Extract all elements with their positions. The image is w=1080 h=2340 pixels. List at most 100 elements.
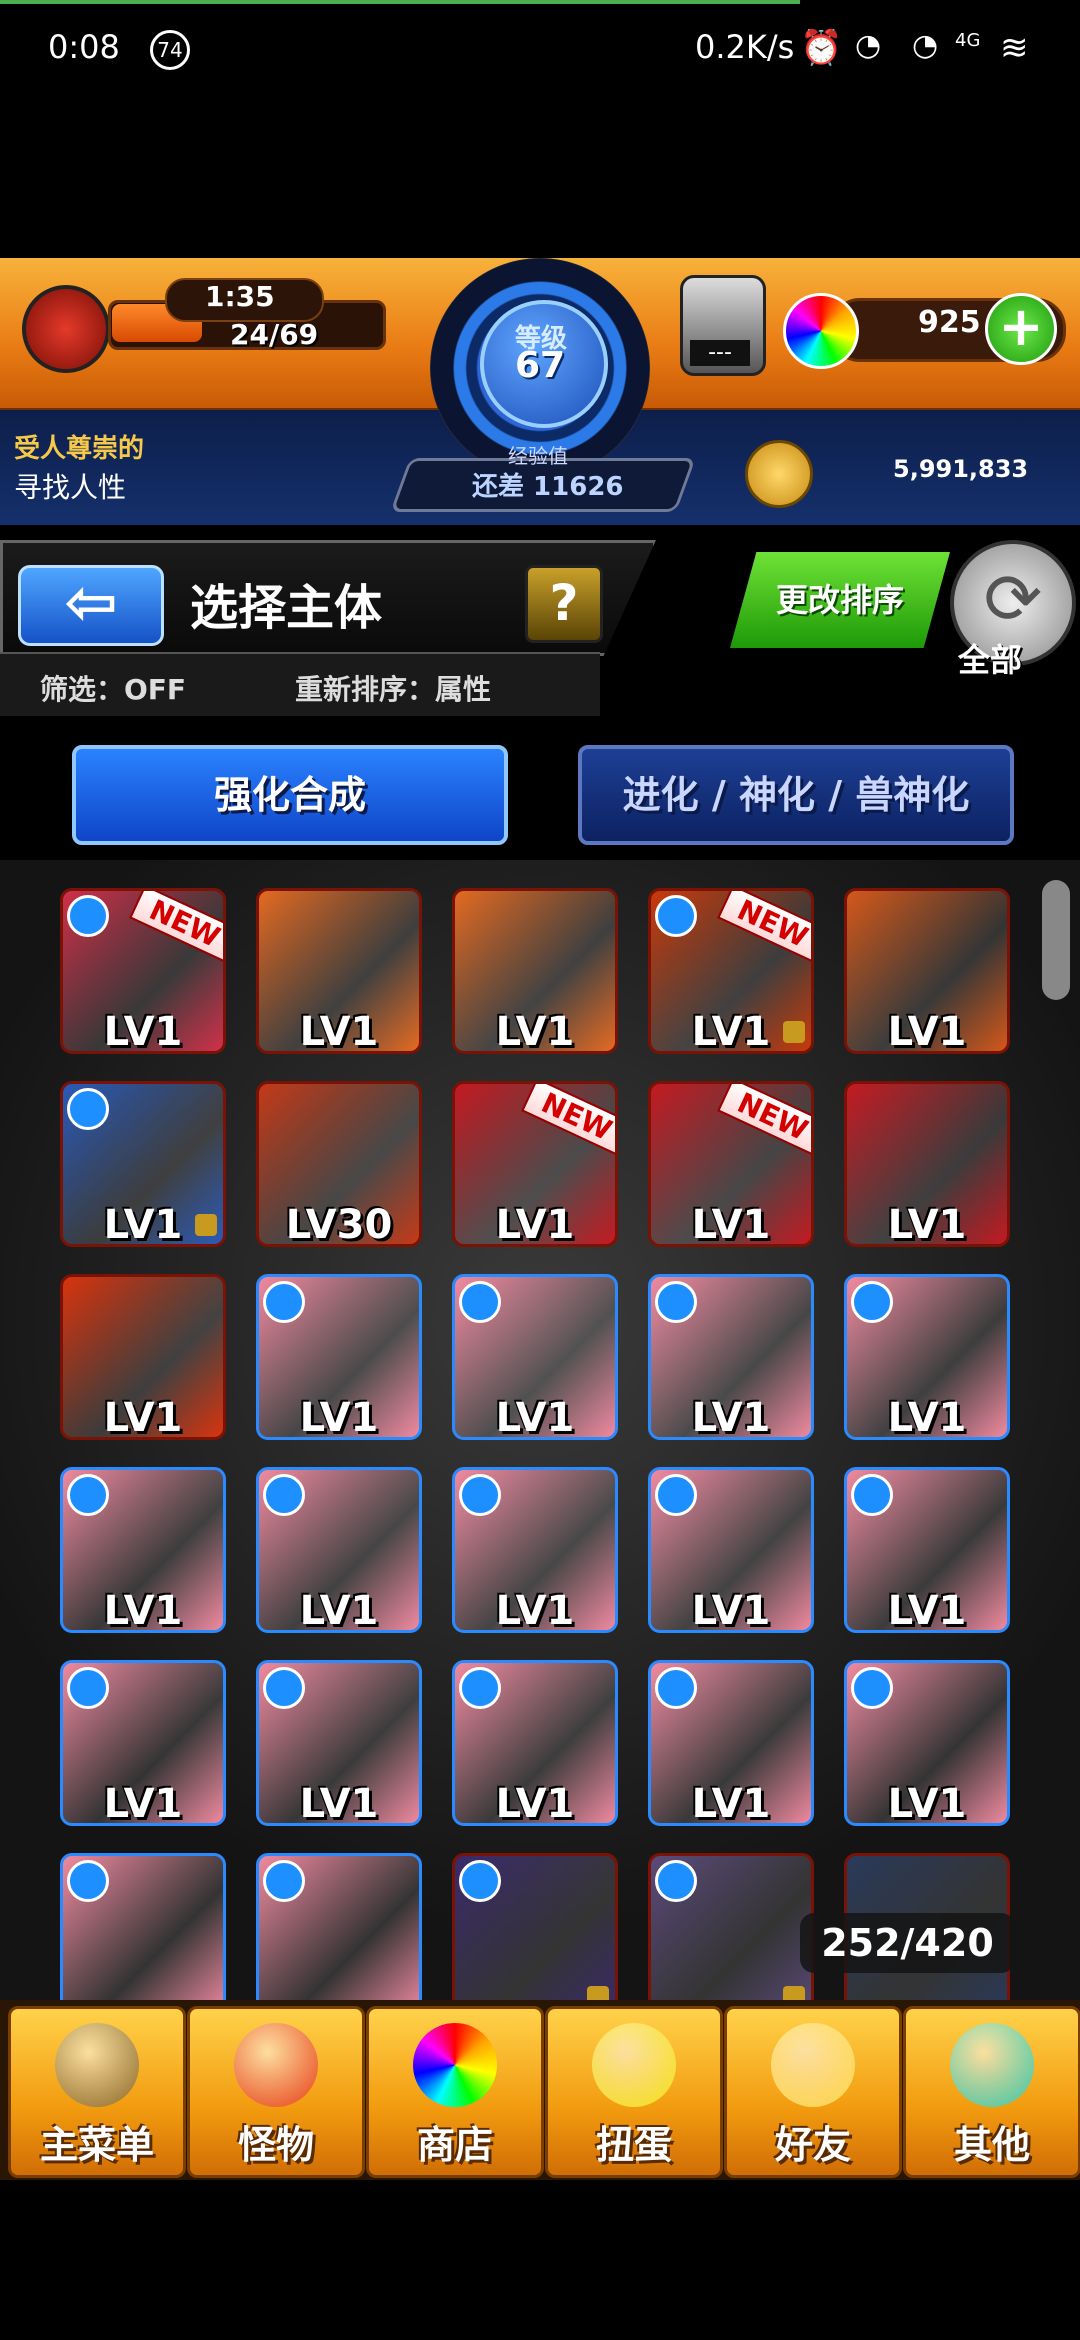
new-badge: NEW	[716, 891, 811, 963]
rainbow-orb-icon	[413, 2023, 497, 2107]
nav-label: 其他	[953, 2123, 1030, 2167]
monster-card[interactable]	[256, 1853, 422, 2019]
monster-level: LV1	[299, 1395, 379, 1440]
alarm-icon: ⏰	[800, 28, 843, 68]
rainbow-orb-icon	[783, 293, 859, 369]
loading-bar	[0, 0, 800, 4]
monster-card[interactable]: LV1	[256, 1274, 422, 1440]
monster-level: LV1	[887, 1009, 967, 1054]
monster-card[interactable]: LV1	[648, 1467, 814, 1633]
monster-level: LV1	[299, 1009, 379, 1054]
water-attribute-icon	[67, 1860, 109, 1902]
nav-button[interactable]: 商店	[366, 2006, 544, 2178]
nav-button[interactable]: 其他	[903, 2006, 1080, 2178]
monster-level: LV1	[495, 1395, 575, 1440]
monster-card[interactable]: LV1	[844, 1081, 1010, 1247]
buy-gems-button[interactable]: +	[985, 293, 1057, 365]
monster-card[interactable]: LV1	[844, 888, 1010, 1054]
monster-card[interactable]: LV1	[60, 1660, 226, 1826]
monster-level: LV1	[103, 1781, 183, 1826]
nav-label: 主菜单	[39, 2123, 154, 2167]
tab-enhance[interactable]: 强化合成	[72, 745, 508, 845]
exp-remaining: 还差 11626	[472, 472, 624, 502]
monster-level: LV1	[691, 1395, 771, 1440]
monster-level: LV1	[495, 1202, 575, 1247]
monster-card[interactable]	[60, 1853, 226, 2019]
exp-label: 经验值	[508, 444, 568, 468]
monster-card[interactable]: LV1	[648, 1274, 814, 1440]
dragon-icon	[234, 2023, 318, 2107]
monster-level: LV1	[691, 1202, 771, 1247]
help-button[interactable]: ?	[525, 565, 603, 643]
monster-card[interactable]: NEW LV1	[60, 888, 226, 1054]
monster-card[interactable]: LV1	[60, 1467, 226, 1633]
tab-evolve[interactable]: 进化 / 神化 / 兽神化	[578, 745, 1014, 845]
monster-card[interactable]: LV30	[256, 1081, 422, 1247]
sort-current[interactable]: 重新排序：属性	[295, 668, 491, 708]
monster-card[interactable]: LV1	[844, 1660, 1010, 1826]
monster-card[interactable]: LV1	[452, 888, 618, 1054]
nav-label: 怪物	[237, 2123, 314, 2167]
egg-icon	[592, 2023, 676, 2107]
wifi-icon: ≋	[1000, 28, 1029, 68]
water-attribute-icon	[263, 1860, 305, 1902]
new-badge: NEW	[520, 1084, 615, 1156]
monster-card[interactable]: NEW LV1	[452, 1081, 618, 1247]
water-attribute-icon	[655, 1860, 697, 1902]
water-attribute-icon	[263, 1281, 305, 1323]
water-attribute-icon	[459, 1281, 501, 1323]
change-sort-button[interactable]: 更改排序	[730, 552, 950, 648]
monster-card[interactable]	[452, 1853, 618, 2019]
water-attribute-icon	[67, 895, 109, 937]
player-emblem-icon[interactable]	[22, 285, 110, 373]
monster-card[interactable]: LV1	[452, 1467, 618, 1633]
monster-card[interactable]: LV1	[256, 888, 422, 1054]
monster-level: LV1	[103, 1202, 183, 1247]
monster-card[interactable]: LV1	[60, 1274, 226, 1440]
monster-card[interactable]: LV1	[256, 1467, 422, 1633]
nav-label: 好友	[774, 2123, 851, 2167]
water-attribute-icon	[851, 1667, 893, 1709]
monster-card[interactable]: LV1	[648, 1660, 814, 1826]
box-count: 252/420	[800, 1913, 1015, 1973]
filter-toggle[interactable]: 筛选：OFF	[40, 668, 186, 708]
scrollbar[interactable]	[1042, 880, 1070, 1000]
monster-card[interactable]: NEW LV1	[648, 1081, 814, 1247]
nav-button[interactable]: 怪物	[187, 2006, 365, 2178]
monster-card[interactable]: LV1	[256, 1660, 422, 1826]
nav-button[interactable]: 主菜单	[8, 2006, 186, 2178]
water-attribute-icon	[459, 1860, 501, 1902]
monster-card[interactable]: LV1	[452, 1274, 618, 1440]
water-attribute-icon	[263, 1474, 305, 1516]
monster-card[interactable]: LV1	[844, 1467, 1010, 1633]
nav-button[interactable]: 好友	[724, 2006, 902, 2178]
water-attribute-icon	[655, 895, 697, 937]
back-button[interactable]: ⇦	[18, 565, 164, 646]
water-attribute-icon	[851, 1474, 893, 1516]
nav-button[interactable]: 扭蛋	[545, 2006, 723, 2178]
monster-level: LV1	[887, 1202, 967, 1247]
capsule-counter: ---	[690, 340, 750, 366]
monster-card[interactable]: LV1	[60, 1081, 226, 1247]
water-attribute-icon	[67, 1088, 109, 1130]
monster-card[interactable]: LV1	[844, 1274, 1010, 1440]
water-attribute-icon	[263, 1667, 305, 1709]
monster-level: LV1	[887, 1588, 967, 1633]
water-attribute-icon	[459, 1667, 501, 1709]
nav-label: 商店	[416, 2123, 493, 2167]
monster-card[interactable]: LV1	[452, 1660, 618, 1826]
monster-card[interactable]	[648, 1853, 814, 2019]
monster-level: LV1	[103, 1588, 183, 1633]
level-value: 67	[515, 345, 566, 386]
monster-level: LV1	[299, 1781, 379, 1826]
monster-level: LV1	[887, 1781, 967, 1826]
monster-level: LV1	[103, 1395, 183, 1440]
water-attribute-icon	[67, 1667, 109, 1709]
monster-level: LV1	[691, 1009, 771, 1054]
water-attribute-icon	[655, 1667, 697, 1709]
water-attribute-icon	[655, 1474, 697, 1516]
monster-card[interactable]: NEW LV1	[648, 888, 814, 1054]
monster-level: LV30	[285, 1202, 393, 1247]
gem-count: 925	[918, 305, 981, 340]
monster-level: LV1	[691, 1588, 771, 1633]
